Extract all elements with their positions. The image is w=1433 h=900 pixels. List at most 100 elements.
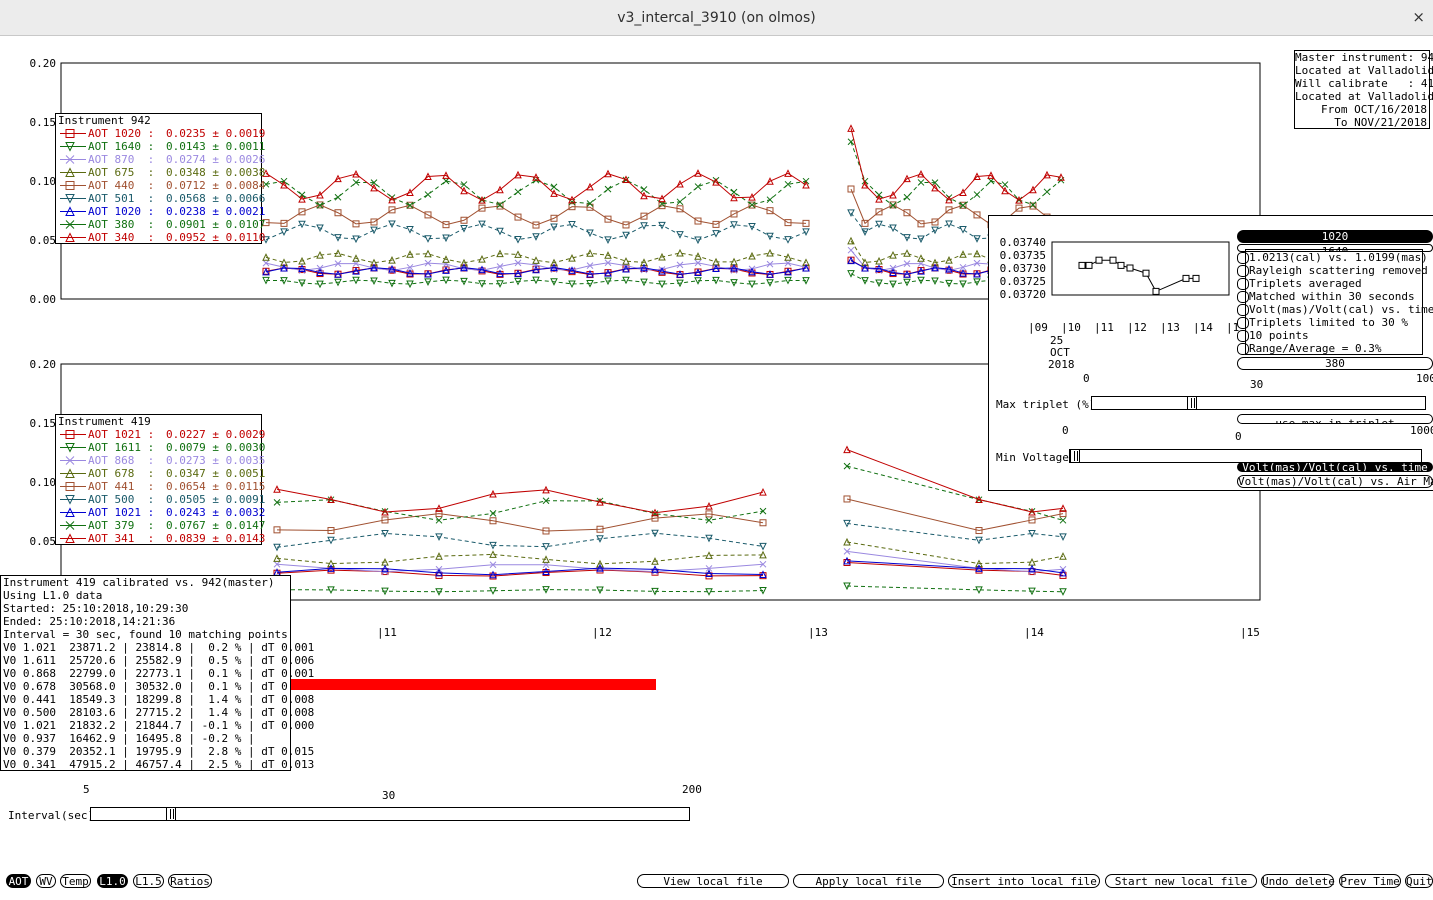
mode-aot-button[interactable]: AOT xyxy=(6,874,31,888)
mini-marker xyxy=(1078,261,1086,269)
legend-value: 0.0238 ± 0.0021 xyxy=(166,205,266,218)
mini-x-tick: |10 xyxy=(1061,321,1081,334)
legend-value: 0.0505 ± 0.0091 xyxy=(166,493,266,506)
report-line: V0 0.441 18549.3 | 18299.8 | 1.4 % | dT … xyxy=(3,693,315,706)
legend-value: 0.0568 ± 0.0066 xyxy=(166,192,266,205)
info-line: Master instrument: 942 xyxy=(1295,51,1433,64)
legend-row: AOT 440 : 0.0712 ± 0.0084 xyxy=(58,179,265,192)
mini-x-tick: |14 xyxy=(1193,321,1213,334)
ratios-button[interactable]: Ratios xyxy=(168,874,212,888)
legend-symbol xyxy=(60,220,86,229)
y-tick-label: 0.10 xyxy=(30,476,57,489)
legend-row: AOT 1640 : 0.0143 ± 0.0011 xyxy=(58,140,265,153)
mini-date-label: 25 OCT 2018 xyxy=(1048,335,1075,371)
mode-wv-button[interactable]: WV xyxy=(36,874,56,888)
series-marker xyxy=(514,188,522,196)
legend-row: AOT 868 : 0.0273 ± 0.0035 xyxy=(58,454,265,467)
min-voltage-max-label: 1000 xyxy=(1410,424,1433,437)
info-line: Located at Valladolid xyxy=(1295,90,1433,103)
mode-temp-button[interactable]: Temp xyxy=(60,874,91,888)
level-l10-button[interactable]: L1.0 xyxy=(97,874,128,888)
series-line xyxy=(265,179,807,206)
start-new-local-file-button[interactable]: Start new local file xyxy=(1105,874,1257,888)
legend-label: AOT 379 : xyxy=(88,519,155,532)
legend-row: AOT 870 : 0.0274 ± 0.0026 xyxy=(58,153,265,166)
y-tick-label: 0.00 xyxy=(30,293,57,306)
legend-label: AOT 500 : xyxy=(88,493,155,506)
mini-marker xyxy=(1126,264,1134,272)
legend-symbol xyxy=(60,521,86,530)
legend-label: AOT 868 : xyxy=(88,454,155,467)
series-marker xyxy=(712,230,720,238)
legend-row: AOT 379 : 0.0767 ± 0.0147 xyxy=(58,519,265,532)
legend-instrument-419: Instrument 419 AOT 1021 : 0.0227 ± 0.0029… xyxy=(55,414,266,545)
series-marker xyxy=(568,253,576,262)
y-tick-label: 0.20 xyxy=(30,358,57,371)
report-line: Using L1.0 data xyxy=(3,589,103,602)
series-marker xyxy=(424,191,432,198)
interval-slider-knob[interactable] xyxy=(166,807,176,821)
mini-marker xyxy=(1142,269,1150,277)
series-marker xyxy=(586,229,594,238)
legend-symbol xyxy=(60,181,86,190)
report-line: Ended: 25:10:2018,14:21:36 xyxy=(3,615,176,628)
legend-row: AOT 1020 : 0.0238 ± 0.0021 xyxy=(58,205,265,218)
y-tick-label: 0.20 xyxy=(30,57,57,70)
mini-marker xyxy=(1192,274,1200,282)
wavelength-380-button[interactable]: 380 xyxy=(1237,357,1433,370)
legend-symbol xyxy=(60,443,86,453)
legend-title: Instrument 942 xyxy=(58,114,151,127)
mini-marker xyxy=(1182,274,1190,282)
legend-label: AOT 1020 : xyxy=(88,127,155,140)
series-marker xyxy=(694,183,702,190)
series-line xyxy=(265,267,807,276)
series-marker xyxy=(759,542,767,551)
legend-value: 0.0348 ± 0.0038 xyxy=(166,166,266,179)
series-marker xyxy=(843,462,851,470)
mini-marker xyxy=(1085,261,1093,269)
legend-value: 0.0839 ± 0.0143 xyxy=(166,532,266,545)
min-voltage-slider-knob[interactable] xyxy=(1070,449,1080,463)
series-line xyxy=(265,223,807,241)
interval-min-label: 5 xyxy=(83,783,90,796)
series-line xyxy=(850,128,1062,201)
series-marker xyxy=(730,221,738,229)
quit-button[interactable]: Quit xyxy=(1405,874,1433,888)
series-line xyxy=(276,499,764,521)
series-marker xyxy=(959,201,967,209)
wavelength-1020-button[interactable]: 1020 xyxy=(1237,230,1433,243)
progress-bar xyxy=(291,679,656,690)
max-triplet-slider-knob[interactable] xyxy=(1187,396,1197,410)
max-triplet-slider[interactable] xyxy=(1091,396,1426,410)
series-marker xyxy=(847,138,855,146)
min-voltage-label: Min Voltage xyxy=(996,451,1069,464)
info-line: Located at Valladolid xyxy=(1295,64,1433,77)
legend-label: AOT 678 : xyxy=(88,467,155,480)
series-line xyxy=(276,532,764,548)
mode-vs-airmass-button[interactable]: Volt(mas)/Volt(cal) vs. Air Mass xyxy=(1237,475,1433,488)
series-marker xyxy=(945,220,953,229)
prev-time-button[interactable]: Prev Time xyxy=(1339,874,1401,888)
options-frame xyxy=(1245,249,1423,355)
apply-local-file-button[interactable]: Apply local file xyxy=(793,874,944,888)
series-line xyxy=(276,488,764,514)
series-marker xyxy=(959,226,967,234)
use-max-in-triplet-button[interactable]: use max in triplet xyxy=(1237,414,1433,424)
interval-max-label: 200 xyxy=(682,783,702,796)
series-marker xyxy=(1059,516,1067,524)
insert-into-local-file-button[interactable]: Insert into local file xyxy=(948,874,1100,888)
level-l15-button[interactable]: L1.5 xyxy=(133,874,164,888)
view-local-file-button[interactable]: View local file xyxy=(637,874,789,888)
mode-vs-time-button[interactable]: Volt(mas)/Volt(cal) vs. time xyxy=(1237,462,1433,472)
undo-delete-button[interactable]: Undo delete xyxy=(1261,874,1335,888)
report-line: V0 0.868 22799.0 | 22773.1 | 0.1 % | dT … xyxy=(3,667,315,680)
min-voltage-slider[interactable] xyxy=(1069,449,1422,463)
series-marker xyxy=(280,228,288,236)
legend-value: 0.0347 ± 0.0051 xyxy=(166,467,266,480)
legend-label: AOT 675 : xyxy=(88,166,155,179)
mini-marker xyxy=(1095,256,1103,264)
interval-slider[interactable] xyxy=(90,807,690,821)
min-voltage-mid-label: 0 xyxy=(1235,430,1242,443)
legend-symbol xyxy=(60,232,86,242)
legend-symbol xyxy=(60,167,86,177)
